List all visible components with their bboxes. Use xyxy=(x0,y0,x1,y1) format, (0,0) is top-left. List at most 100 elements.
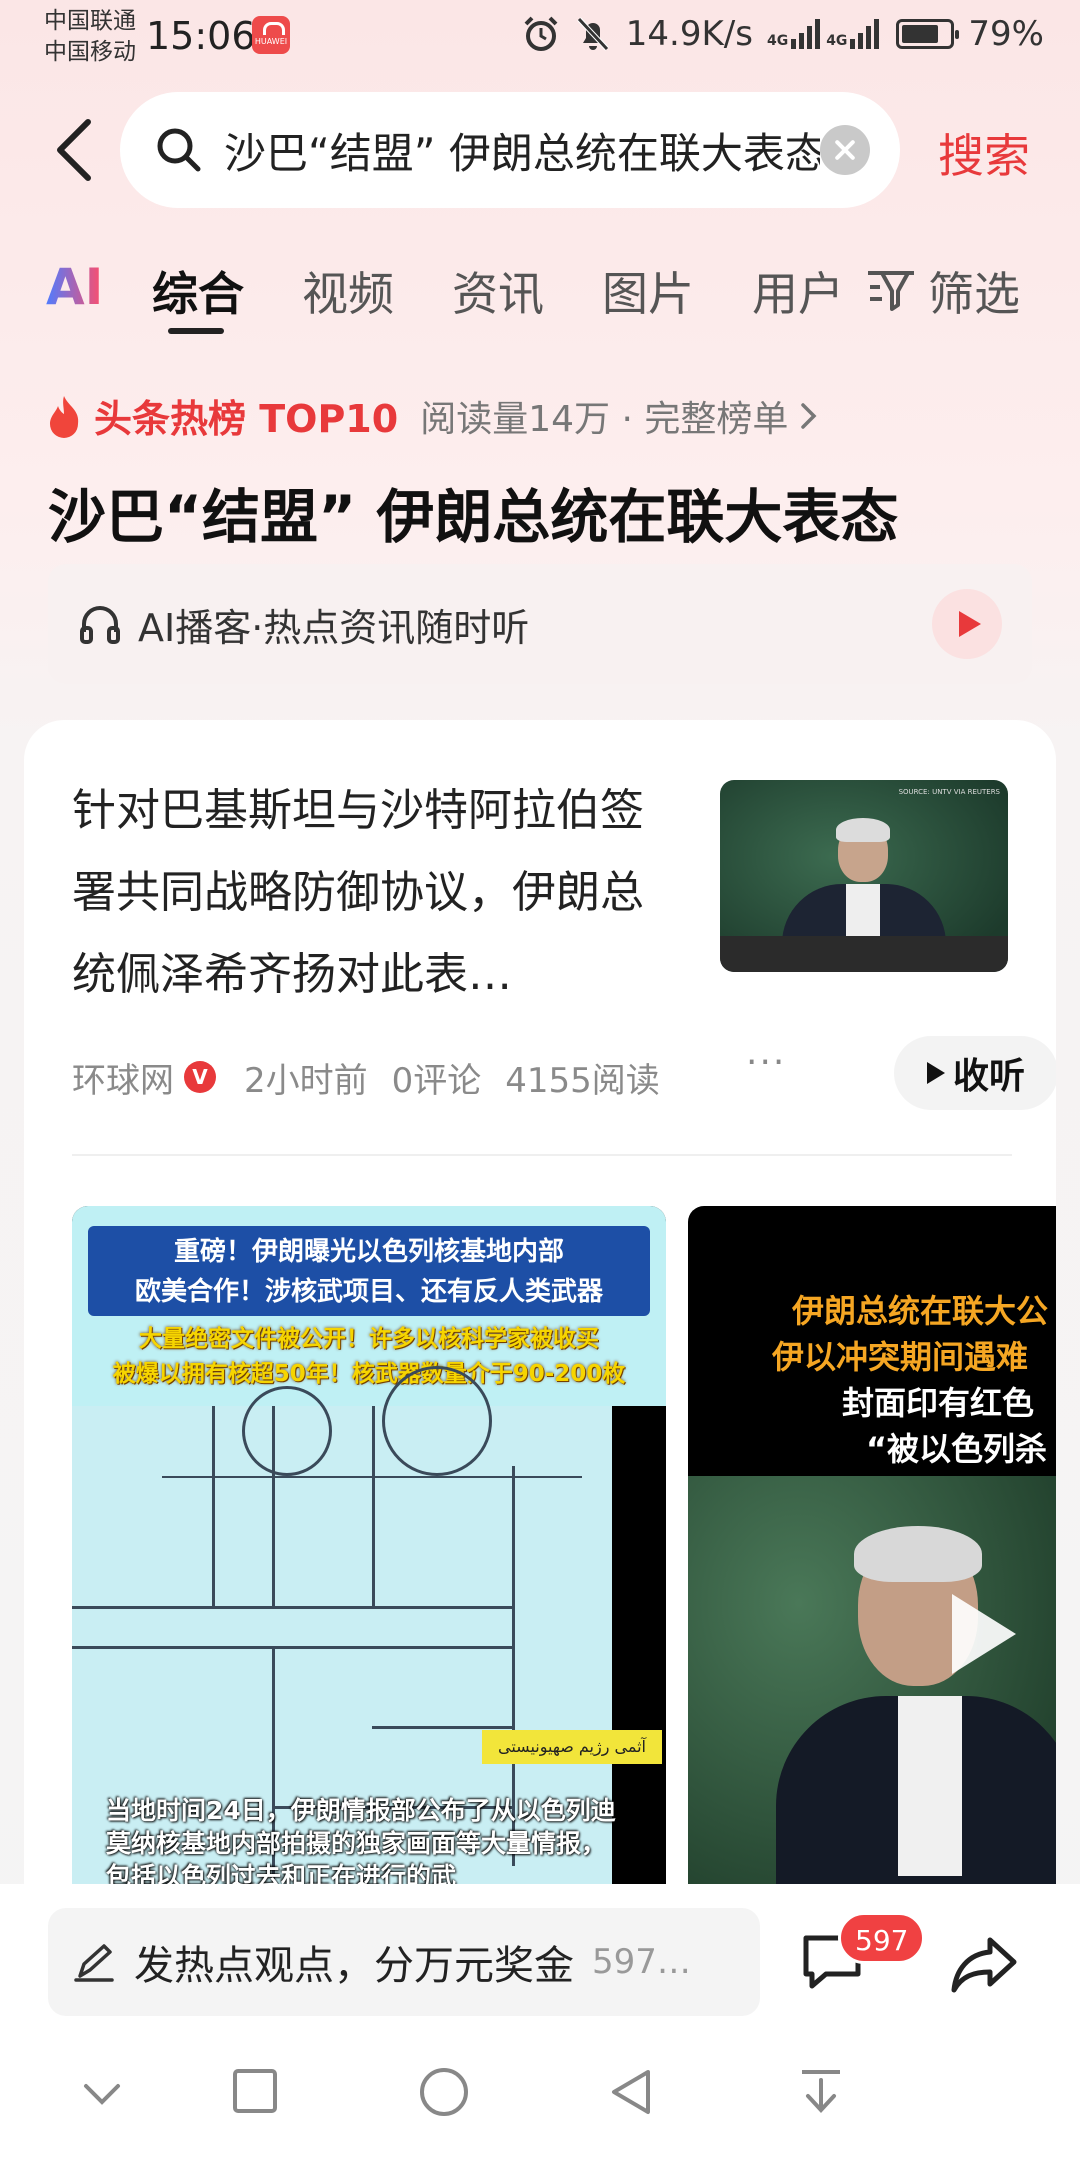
signal-icon: 4G 4G xyxy=(767,19,882,49)
alarm-icon xyxy=(524,16,558,51)
search-tabs: AI 综合 视频 资讯 图片 用户 筛选 xyxy=(46,250,1046,340)
bp-line xyxy=(212,1646,512,1649)
battery-percent: 79% xyxy=(968,14,1044,54)
nav-home-icon[interactable] xyxy=(418,2066,470,2118)
nav-recents-icon[interactable] xyxy=(232,2068,278,2114)
article-thumbnail[interactable]: SOURCE: UNTV VIA REUTERS xyxy=(720,780,1008,972)
media-left-headline: 大量绝密文件被公开！许多以核科学家被收买 被爆以拥有核超50年！核武器数量介于9… xyxy=(82,1322,656,1392)
comment-bar: 发热点观点，分万元奖金 597… 597 xyxy=(0,1884,1080,2024)
system-nav-bar xyxy=(0,2024,1080,2160)
podium xyxy=(720,936,1008,972)
headline-line-1: 大量绝密文件被公开！许多以核科学家被收买 xyxy=(139,1326,599,1352)
media-tile-right[interactable]: 伊朗总统在联大公 伊以冲突期间遇难 封面印有红色 “被以色列杀 xyxy=(688,1206,1056,1900)
media-tile-left[interactable]: 重磅！伊朗曝光以色列核基地内部 欧美合作！涉核武项目、还有反人类武器 大量绝密文… xyxy=(72,1206,666,1900)
hot-list-label: 头条热榜 TOP10 xyxy=(94,397,399,441)
fire-icon xyxy=(50,395,79,438)
net-tag-2: 4G xyxy=(826,33,848,49)
share-icon[interactable] xyxy=(950,1934,1020,1994)
nav-dropdown-icon[interactable] xyxy=(798,2068,844,2116)
result-card: 针对巴基斯坦与沙特阿拉伯签署共同战略防御协议，伊朗总统佩泽希齐扬对此表… SOU… xyxy=(24,720,1056,1900)
podcast-label: AI播客·热点资讯随时听 xyxy=(138,605,530,650)
headphones-icon xyxy=(80,606,120,644)
filter-label: 筛选 xyxy=(928,267,1020,321)
carrier-names: 中国联通 中国移动 xyxy=(44,6,136,68)
bp-line xyxy=(72,1606,212,1609)
tab-images[interactable]: 图片 xyxy=(602,258,694,324)
article-source[interactable]: 环球网 xyxy=(72,1053,174,1102)
comment-prompt: 发热点观点，分万元奖金 xyxy=(134,1943,574,1989)
article-comments: 0评论 xyxy=(391,1060,482,1101)
divider xyxy=(72,1154,1012,1156)
carrier-1: 中国联通 xyxy=(44,8,136,34)
bp-line xyxy=(272,1406,275,1606)
nav-collapse-icon[interactable] xyxy=(80,2072,124,2116)
media-left-sticker: آثمی رژیم صهیونیستی xyxy=(482,1730,662,1764)
tab-comprehensive[interactable]: 综合 xyxy=(152,258,244,324)
media-right-line-2: 伊以冲突期间遇难 xyxy=(772,1338,1029,1376)
bp-line xyxy=(372,1726,512,1729)
article-reads: 4155阅读 xyxy=(505,1060,660,1101)
verified-icon: V xyxy=(184,1061,216,1093)
article-title[interactable]: 针对巴基斯坦与沙特阿拉伯签署共同战略防御协议，伊朗总统佩泽希齐扬对此表… xyxy=(72,770,652,1016)
media-left-banner: 重磅！伊朗曝光以色列核基地内部 欧美合作！涉核武项目、还有反人类武器 xyxy=(88,1226,650,1316)
listen-button[interactable]: 收听 xyxy=(894,1036,1056,1110)
bp-line xyxy=(212,1606,512,1609)
tab-users[interactable]: 用户 xyxy=(752,258,844,324)
status-bar: 中国联通 中国移动 15:06 HUAWEI 14.9K/s 4G 4G 79% xyxy=(0,0,1080,80)
speaker-hair xyxy=(836,818,890,842)
bp-line xyxy=(212,1406,215,1606)
search-query[interactable]: 沙巴“结盟” 伊朗总统在联大表态 xyxy=(224,120,820,181)
media-left-header: 重磅！伊朗曝光以色列核基地内部 欧美合作！涉核武项目、还有反人类武器 大量绝密文… xyxy=(72,1206,666,1406)
search-button[interactable]: 搜索 xyxy=(938,120,1030,186)
nav-back-icon[interactable] xyxy=(608,2068,654,2116)
bp-circle xyxy=(382,1366,492,1476)
article-meta: 环球网 V 2小时前 0评论 4155阅读 ··· 收听 xyxy=(72,1036,1056,1112)
mute-icon xyxy=(576,17,609,51)
media-right-line-3: 封面印有红色 xyxy=(842,1384,1035,1422)
media-right-line-4: “被以色列杀 xyxy=(866,1430,1048,1468)
speaker-shirt xyxy=(898,1696,962,1876)
status-icons: 14.9K/s 4G 4G 79% xyxy=(522,14,1044,54)
bp-line xyxy=(72,1646,212,1649)
hot-list-meta: 阅读量14万 · 完整榜单 xyxy=(420,398,789,440)
search-icon xyxy=(157,128,201,172)
podcast-play-button[interactable] xyxy=(932,589,1002,659)
battery-icon xyxy=(896,19,960,49)
comment-count-badge: 597 xyxy=(838,1912,926,1964)
carrier-2: 中国移动 xyxy=(44,39,136,65)
hot-topic-title[interactable]: 沙巴“结盟” 伊朗总统在联大表态 xyxy=(48,470,898,554)
ai-podcast-bar[interactable]: AI播客·热点资讯随时听 xyxy=(48,564,1032,684)
article-time: 2小时前 xyxy=(244,1060,368,1101)
pen-icon xyxy=(74,1944,114,1982)
tab-news[interactable]: 资讯 xyxy=(452,258,544,324)
play-icon xyxy=(926,1062,945,1084)
more-options-button[interactable]: ··· xyxy=(746,1042,786,1083)
hot-list-link[interactable]: 头条热榜 TOP10 阅读量14万 · 完整榜单 xyxy=(46,388,820,443)
clear-search-button[interactable] xyxy=(820,125,870,175)
media-left-caption: 当地时间24日，伊朗情报部公布了从以色列迪莫纳核基地内部拍摄的独家画面等大量情报… xyxy=(106,1796,616,1891)
headline-line-2: 被爆以拥有核超50年！核武器数量介于90-200枚 xyxy=(112,1361,626,1387)
bp-line xyxy=(372,1406,375,1606)
tab-video[interactable]: 视频 xyxy=(302,258,394,324)
bp-circle xyxy=(242,1386,332,1476)
video-play-icon[interactable] xyxy=(952,1594,1016,1674)
back-button[interactable] xyxy=(50,118,100,182)
tab-ai[interactable]: AI xyxy=(46,258,103,316)
banner-line-1: 重磅！伊朗曝光以色列核基地内部 xyxy=(173,1237,564,1267)
listen-label: 收听 xyxy=(952,1056,1025,1097)
banner-line-2: 欧美合作！涉核武项目、还有反人类武器 xyxy=(134,1277,603,1307)
thumbnail-credit: SOURCE: UNTV VIA REUTERS xyxy=(898,788,1000,796)
comment-input[interactable]: 发热点观点，分万元奖金 597… xyxy=(48,1908,760,2016)
speaker-hair xyxy=(854,1526,982,1582)
active-tab-indicator xyxy=(168,328,224,334)
net-speed: 14.9K/s xyxy=(625,14,753,54)
filter-button[interactable]: 筛选 xyxy=(866,258,1020,324)
net-tag-1: 4G xyxy=(766,33,789,49)
media-right-line-1: 伊朗总统在联大公 xyxy=(792,1292,1049,1330)
huawei-app-icon: HUAWEI xyxy=(252,16,290,54)
chevron-right-icon xyxy=(801,402,817,429)
search-input[interactable]: 沙巴“结盟” 伊朗总统在联大表态 xyxy=(120,92,900,208)
filter-icon xyxy=(868,271,914,311)
comment-count-preview: 597… xyxy=(592,1942,691,1982)
clock: 15:06 xyxy=(146,14,256,58)
